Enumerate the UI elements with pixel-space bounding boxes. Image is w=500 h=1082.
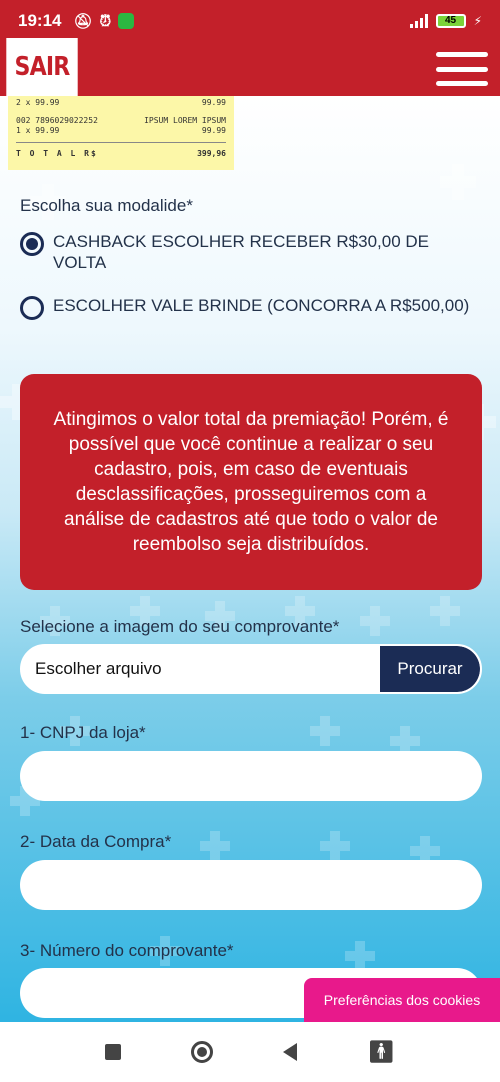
mute-icon: 🔕︎ <box>73 13 93 30</box>
date-label: 2- Data da Compra* <box>20 832 172 851</box>
file-label: Selecione a imagem do seu comprovante* <box>20 617 340 636</box>
back-icon[interactable] <box>283 1043 298 1061</box>
cnpj-label: 1- CNPJ da loja* <box>20 723 146 742</box>
signal-icon <box>409 14 428 28</box>
site-header: SAIR <box>0 38 500 96</box>
radio-cashback[interactable]: CASHBACK ESCOLHER RECEBER R$30,00 DE VOL… <box>20 231 480 273</box>
whatsapp-icon <box>118 13 135 29</box>
file-upload-input[interactable]: Escolher arquivo Procurar <box>20 644 482 694</box>
recents-icon[interactable] <box>105 1044 121 1060</box>
radio-cashback-label[interactable]: CASHBACK ESCOLHER RECEBER R$30,00 DE VOL… <box>53 231 480 273</box>
home-icon[interactable] <box>191 1041 214 1063</box>
alarm-icon: ⏰︎ <box>99 12 112 30</box>
alert-text: Atingimos o valor total da premiação! Po… <box>53 409 449 555</box>
accessibility-icon[interactable]: 🚹︎ <box>367 1039 395 1065</box>
main-content[interactable]: 2 x 99.99 99.99 002 7896029022252 IPSUM … <box>0 96 500 1022</box>
prize-limit-alert: Atingimos o valor total da premiação! Po… <box>20 374 482 590</box>
charging-icon: ⚡︎ <box>473 14 482 28</box>
radio-vale-brinde-label[interactable]: ESCOLHER VALE BRINDE (CONCORRA A R$500,0… <box>53 295 469 316</box>
battery-icon: 45 <box>435 14 466 28</box>
menu-icon[interactable] <box>436 52 488 86</box>
purchase-date-input[interactable] <box>20 860 482 910</box>
status-time: 19:14 <box>18 11 62 30</box>
file-placeholder[interactable]: Escolher arquivo <box>22 659 380 679</box>
receipt-number-label: 3- Número do comprovante* <box>20 941 234 960</box>
modalidade-label: Escolha sua modalide* <box>20 196 193 215</box>
logo[interactable]: SAIR <box>6 38 78 96</box>
receipt-image: 2 x 99.99 99.99 002 7896029022252 IPSUM … <box>8 96 234 170</box>
cookie-preferences-button[interactable]: Preferências dos cookies <box>304 978 500 1022</box>
browse-button[interactable]: Procurar <box>380 646 480 692</box>
system-nav-bar: 🚹︎ <box>0 1022 500 1082</box>
status-bar: 19:14 🔕︎ ⏰︎ 45 ⚡︎ <box>0 0 500 42</box>
radio-checked-icon[interactable] <box>20 232 44 256</box>
cnpj-input[interactable] <box>20 751 482 801</box>
radio-vale-brinde[interactable]: ESCOLHER VALE BRINDE (CONCORRA A R$500,0… <box>20 295 480 320</box>
radio-unchecked-icon[interactable] <box>20 296 44 320</box>
